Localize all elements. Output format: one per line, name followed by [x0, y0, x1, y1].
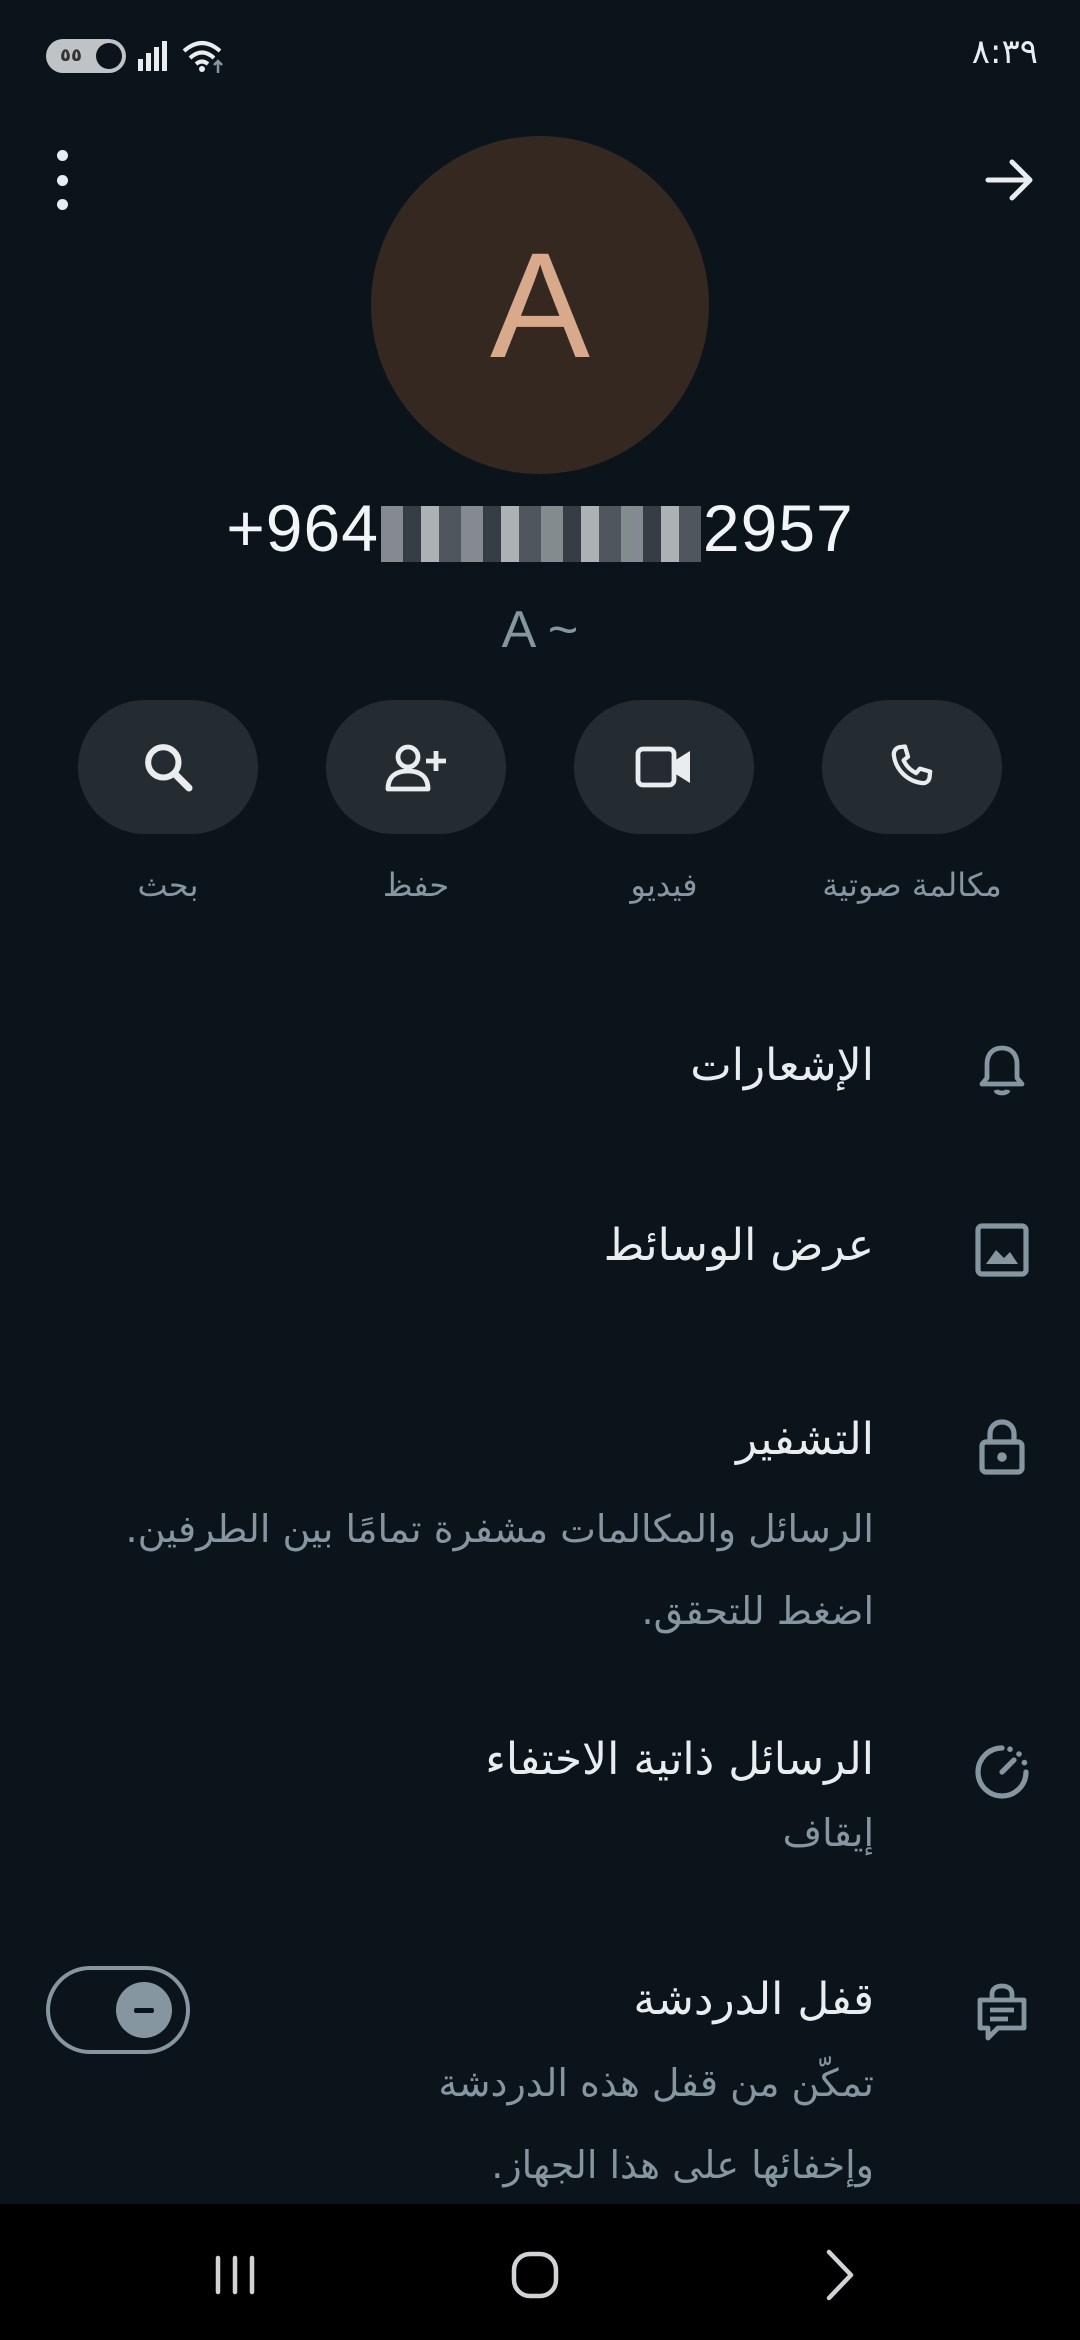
data-saver-text: ٥٥ [60, 45, 82, 66]
add-contact-icon [385, 744, 446, 792]
video-call-label: فيديو [630, 866, 698, 904]
voice-call-button[interactable] [822, 700, 1002, 834]
signal-icon [138, 41, 167, 71]
recent-apps-icon[interactable] [200, 2240, 270, 2310]
image-icon [975, 1223, 1029, 1277]
voice-call-action[interactable]: مكالمة صوتية [822, 700, 1002, 904]
encryption-row[interactable]: التشفير الرسائل والمكالمات مشفرة تمامًا … [0, 1400, 1080, 1640]
phone-prefix: +964 [226, 491, 379, 565]
chat-lock-description-line1: تمكّن من قفل هذه الدردشة [438, 2061, 874, 2105]
contact-push-name: A ~ [501, 601, 579, 659]
voice-call-label: مكالمة صوتية [822, 866, 1002, 904]
phone-icon [891, 744, 933, 786]
home-icon[interactable] [500, 2240, 570, 2310]
video-call-action[interactable]: فيديو [574, 700, 754, 904]
status-time: ٨:٣٩ [971, 32, 1038, 72]
save-contact-label: حفظ [382, 866, 450, 904]
contact-avatar[interactable]: A [371, 136, 709, 474]
status-bar: ٥٥ ٨:٣٩ [0, 0, 1080, 110]
save-contact-button[interactable] [326, 700, 506, 834]
lock-icon [979, 1419, 1025, 1475]
search-icon [145, 744, 193, 792]
avatar-letter: A [489, 221, 591, 389]
encryption-title: التشفير [736, 1414, 874, 1465]
video-icon [635, 746, 690, 788]
video-call-button[interactable] [574, 700, 754, 834]
search-button[interactable] [78, 700, 258, 834]
encryption-description-line1: الرسائل والمكالمات مشفرة تمامًا بين الطر… [125, 1507, 874, 1551]
data-saver-icon: ٥٥ [46, 39, 126, 73]
chat-lock-icon [977, 1983, 1027, 2041]
media-title: عرض الوسائط [603, 1220, 874, 1271]
chat-lock-title: قفل الدردشة [633, 1974, 874, 2025]
status-icons: ٥٥ [46, 38, 226, 74]
back-nav-icon[interactable] [805, 2240, 875, 2310]
save-contact-action[interactable]: حفظ [326, 700, 506, 904]
search-action[interactable]: بحث [78, 700, 258, 904]
disappearing-messages-row[interactable]: الرسائل ذاتية الاختفاء إيقاف [0, 1730, 1080, 1890]
disappearing-messages-value: إيقاف [782, 1811, 874, 1855]
wifi-icon [182, 41, 223, 73]
bell-icon [979, 1045, 1025, 1096]
system-navigation-bar [0, 2204, 1080, 2340]
more-options-icon[interactable] [42, 150, 82, 210]
phone-suffix: 2957 [702, 491, 854, 565]
back-arrow-icon[interactable] [980, 150, 1040, 210]
disappearing-messages-title: الرسائل ذاتية الاختفاء [485, 1734, 874, 1785]
search-label: بحث [137, 866, 199, 904]
chat-lock-toggle[interactable] [46, 1966, 190, 2054]
encryption-description-line2: اضغط للتحقق. [641, 1589, 874, 1633]
redacted-digits [380, 505, 701, 562]
chat-lock-description-line2: وإخفائها على هذا الجهاز. [491, 2143, 874, 2187]
notifications-title: الإشعارات [690, 1040, 874, 1091]
notifications-row[interactable]: الإشعارات [0, 1020, 1080, 1120]
contact-phone-number: +964 2957 [0, 490, 1080, 566]
timer-icon [975, 1745, 1029, 1799]
media-row[interactable]: عرض الوسائط [0, 1200, 1080, 1300]
